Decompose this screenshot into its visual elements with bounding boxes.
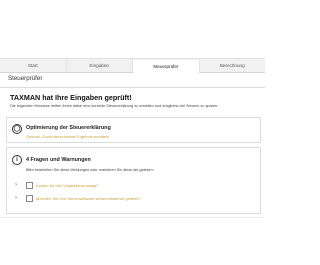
optimization-title: Optimierung der Steuererklärung <box>26 125 111 131</box>
warnings-subtitle: Bitte bearbeiten Sie diese Meldungen ode… <box>26 168 154 172</box>
warning-item: › Kosten für den Vorjahresveranlagt? <box>15 181 99 189</box>
warning-item: › Möchten Sie Ihre Steuersoftware steuer… <box>15 194 141 202</box>
mark-read-checkbox[interactable] <box>26 181 33 189</box>
section-divider <box>0 87 265 88</box>
optimization-link[interactable]: Optimal: Zuviel berechnetes Ergebnis erm… <box>26 134 109 139</box>
lightbulb-icon: ◯ <box>12 124 22 134</box>
chevron-right-icon[interactable]: › <box>15 194 24 202</box>
chevron-right-icon[interactable]: › <box>15 181 24 189</box>
mark-read-checkbox[interactable] <box>26 194 33 202</box>
warning-link[interactable]: Kosten für den Vorjahresveranlagt? <box>36 183 99 188</box>
tab-eingaben[interactable]: Eingaben <box>67 59 133 72</box>
optimization-panel: ◯ Optimierung der Steuererklärung Optima… <box>6 117 261 143</box>
tab-start[interactable]: Start <box>0 59 67 72</box>
tab-steuerpruefer[interactable]: Steuerprüfer <box>133 60 200 73</box>
warnings-title: 4 Fragen und Warnungen <box>26 157 91 163</box>
bottom-divider <box>0 217 265 218</box>
step-tab-bar: Start Eingaben Steuerprüfer Berechnung <box>0 58 265 73</box>
page-headline: TAXMAN hat Ihre Eingaben geprüft! <box>10 93 132 102</box>
intro-text: Die folgenden Hinweise helfen Ihnen dabe… <box>10 104 219 108</box>
warnings-panel: i 4 Fragen und Warnungen Bitte bearbeite… <box>6 147 261 214</box>
info-icon: i <box>12 155 22 165</box>
app-window: Start Eingaben Steuerprüfer Berechnung S… <box>0 0 265 265</box>
tab-berechnung[interactable]: Berechnung <box>200 59 266 72</box>
warning-link[interactable]: Möchten Sie Ihre Steuersoftware steuermi… <box>36 196 141 201</box>
section-title: Steuerprüfer <box>8 75 43 82</box>
